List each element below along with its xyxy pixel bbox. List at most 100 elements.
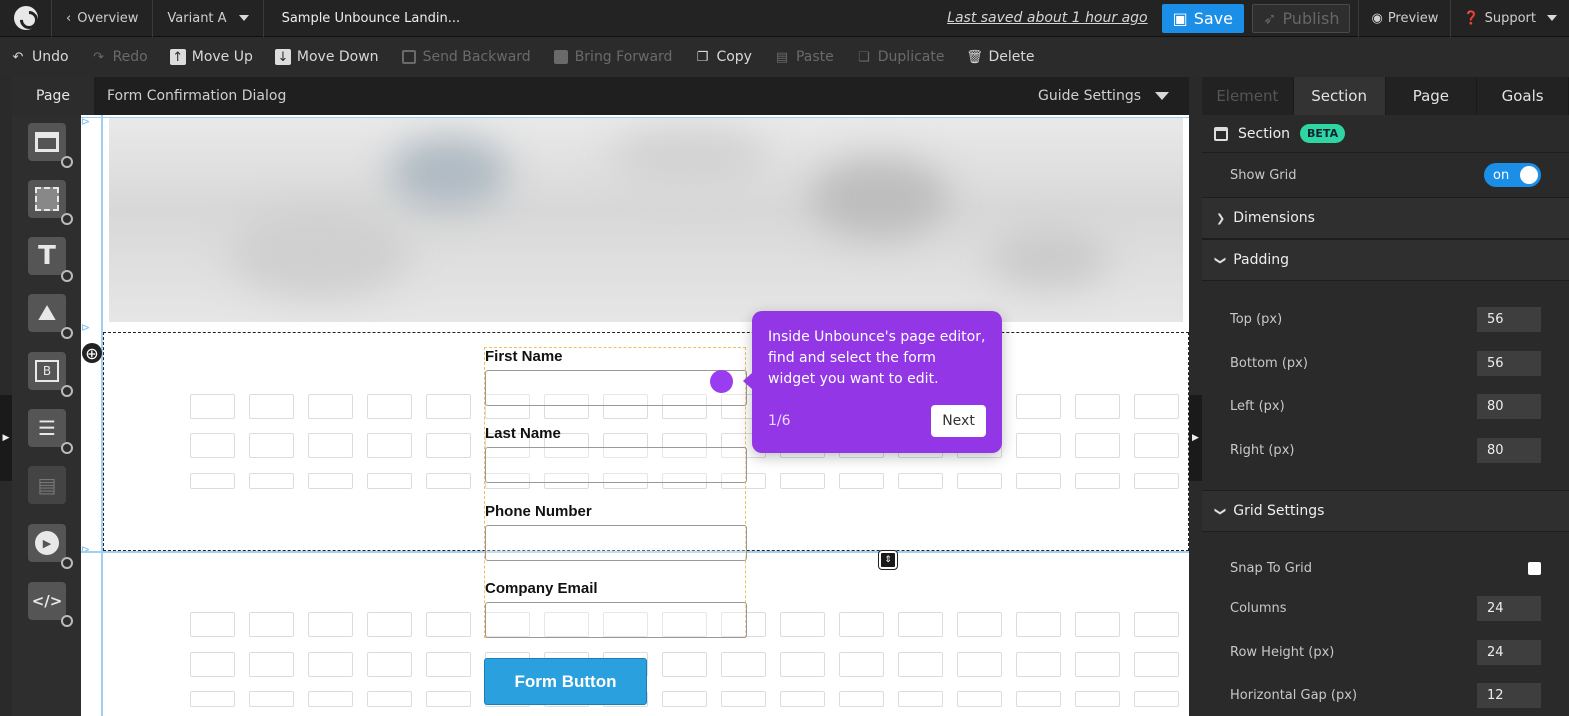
box-icon — [35, 187, 59, 211]
show-grid-label: Show Grid — [1230, 167, 1297, 183]
field-label: Right (px) — [1230, 443, 1295, 458]
copy-button[interactable]: ❐ Copy — [694, 49, 752, 65]
add-section-icon[interactable]: ⊕ — [82, 343, 102, 363]
floppy-icon: ▣ — [1172, 8, 1188, 28]
section-widget[interactable] — [28, 123, 73, 168]
drag-badge-icon — [61, 385, 73, 397]
field-label: Columns — [1230, 601, 1287, 616]
bring-forward-label: Bring Forward — [574, 49, 673, 65]
delete-button[interactable]: 🗑 Delete — [966, 49, 1034, 65]
chevron-right-icon: ❯ — [1216, 211, 1226, 225]
undo-label: Undo — [32, 49, 69, 65]
drag-badge-icon — [61, 615, 73, 627]
last-saved-link[interactable]: Last saved about 1 hour ago — [947, 10, 1147, 26]
paste-label: Paste — [795, 49, 834, 65]
form-widget-selection[interactable]: First Name Last Name Phone Number Compan… — [484, 347, 747, 638]
arrow-up-icon: ↑ — [169, 49, 186, 65]
padding-top-input[interactable]: 56 — [1477, 307, 1541, 332]
chevron-down-icon: ❯ — [1214, 506, 1228, 516]
tab-goals[interactable]: Goals — [1477, 77, 1569, 115]
unbounce-logo[interactable] — [0, 0, 52, 37]
video-widget[interactable]: ▶ — [28, 524, 73, 569]
columns-input[interactable]: 24 — [1477, 596, 1541, 621]
clipboard-icon: ▤ — [775, 49, 789, 65]
row-height-input[interactable]: 24 — [1477, 640, 1541, 665]
grid-row — [190, 691, 1179, 707]
save-button[interactable]: ▣ Save — [1161, 3, 1245, 33]
text-widget[interactable]: T — [28, 237, 73, 282]
code-icon: </> — [31, 592, 63, 610]
box-widget[interactable] — [28, 180, 73, 225]
form-field-label: Company Email — [485, 580, 598, 597]
resize-section-icon[interactable]: ⇕ — [878, 550, 898, 570]
publish-button[interactable]: ➶ Publish — [1252, 3, 1351, 33]
panel-tabs: Element Section Page Goals — [1202, 77, 1569, 115]
undo-icon: ↶ — [12, 49, 24, 65]
drag-badge-icon — [61, 442, 73, 454]
preview-button[interactable]: ◉ Preview — [1358, 0, 1450, 37]
support-dropdown[interactable]: ❓ Support — [1450, 0, 1569, 37]
section-marker-icon: ⊳ — [81, 115, 91, 128]
code-widget[interactable]: </> — [28, 582, 73, 627]
redo-button[interactable]: ↷ Redo — [91, 49, 148, 65]
trash-icon: 🗑 — [966, 49, 983, 65]
last-name-input[interactable] — [485, 447, 747, 483]
send-backward-button[interactable]: Send Backward — [401, 49, 531, 65]
variant-dropdown[interactable]: Variant A — [153, 0, 264, 37]
field-label: Left (px) — [1230, 399, 1285, 414]
chevron-down-icon: ❯ — [1214, 255, 1228, 265]
page-canvas[interactable]: ⊳ ⊳ ⊳ ⊕ ⇕ First Name Last Name Phone Num… — [81, 115, 1189, 716]
horizontal-gap-input[interactable]: 12 — [1477, 683, 1541, 708]
paste-button[interactable]: ▤ Paste — [774, 49, 834, 65]
padding-right-input[interactable]: 80 — [1477, 438, 1541, 463]
guide-settings-dropdown[interactable]: Guide Settings — [1038, 88, 1169, 104]
company-email-input[interactable] — [485, 602, 747, 638]
snap-to-grid-checkbox[interactable] — [1528, 561, 1541, 575]
padding-bottom-input[interactable]: 56 — [1477, 351, 1541, 376]
padding-label: Padding — [1233, 252, 1290, 268]
snap-to-grid-row: Snap To Grid — [1202, 556, 1569, 580]
lightbox-widget[interactable]: ▤ — [28, 466, 66, 504]
expand-left-toggle[interactable]: ▶ — [0, 395, 12, 481]
tab-element[interactable]: Element — [1202, 77, 1294, 115]
properties-panel: Element Section Page Goals Section BETA … — [1202, 77, 1569, 716]
move-up-button[interactable]: ↑ Move Up — [169, 49, 253, 65]
form-submit-button[interactable]: Form Button — [484, 658, 647, 705]
padding-left-input[interactable]: 80 — [1477, 394, 1541, 419]
show-grid-toggle[interactable]: on — [1484, 163, 1541, 187]
section-marker-icon: ⊳ — [81, 321, 91, 334]
form-field-label: First Name — [485, 348, 563, 365]
caret-right-icon: ▶ — [1192, 433, 1199, 443]
grid-row — [190, 652, 1179, 677]
tab-page[interactable]: Page — [1386, 77, 1478, 115]
hero-image-blurred[interactable] — [109, 118, 1183, 322]
right-collapse-strip: ▶ — [1189, 77, 1202, 716]
tab-section[interactable]: Section — [1293, 77, 1386, 115]
undo-button[interactable]: ↶ Undo — [10, 49, 69, 65]
button-widget[interactable]: B — [28, 352, 73, 397]
duplicate-button[interactable]: ❏ Duplicate — [856, 49, 945, 65]
next-button[interactable]: Next — [931, 405, 986, 437]
phone-number-input[interactable] — [485, 525, 747, 561]
image-widget[interactable]: ⛰ — [28, 294, 73, 339]
bring-forward-button[interactable]: Bring Forward — [553, 49, 673, 65]
move-down-button[interactable]: ↓ Move Down — [274, 49, 379, 65]
form-widget[interactable]: ☰ — [28, 409, 73, 454]
tour-beacon[interactable] — [710, 370, 733, 393]
copy-label: Copy — [716, 49, 752, 65]
move-up-label: Move Up — [191, 49, 253, 65]
grid-settings-group-header[interactable]: ❯ Grid Settings — [1202, 490, 1569, 532]
form-field-label: Last Name — [485, 425, 561, 442]
row-height-row: Row Height (px) 24 — [1202, 640, 1569, 665]
padding-group-header[interactable]: ❯ Padding — [1202, 239, 1569, 281]
page-tab[interactable]: Page — [12, 77, 94, 115]
padding-left-row: Left (px) 80 — [1202, 393, 1569, 420]
overview-link[interactable]: ‹ Overview — [52, 0, 154, 37]
show-grid-row: Show Grid on — [1202, 161, 1569, 189]
dimensions-group-header[interactable]: ❯ Dimensions — [1202, 197, 1569, 239]
caret-right-icon: ▶ — [2, 433, 10, 443]
collapse-right-toggle[interactable]: ▶ — [1189, 395, 1202, 481]
send-backward-label: Send Backward — [422, 49, 531, 65]
redo-label: Redo — [112, 49, 148, 65]
first-name-input[interactable] — [485, 370, 747, 406]
